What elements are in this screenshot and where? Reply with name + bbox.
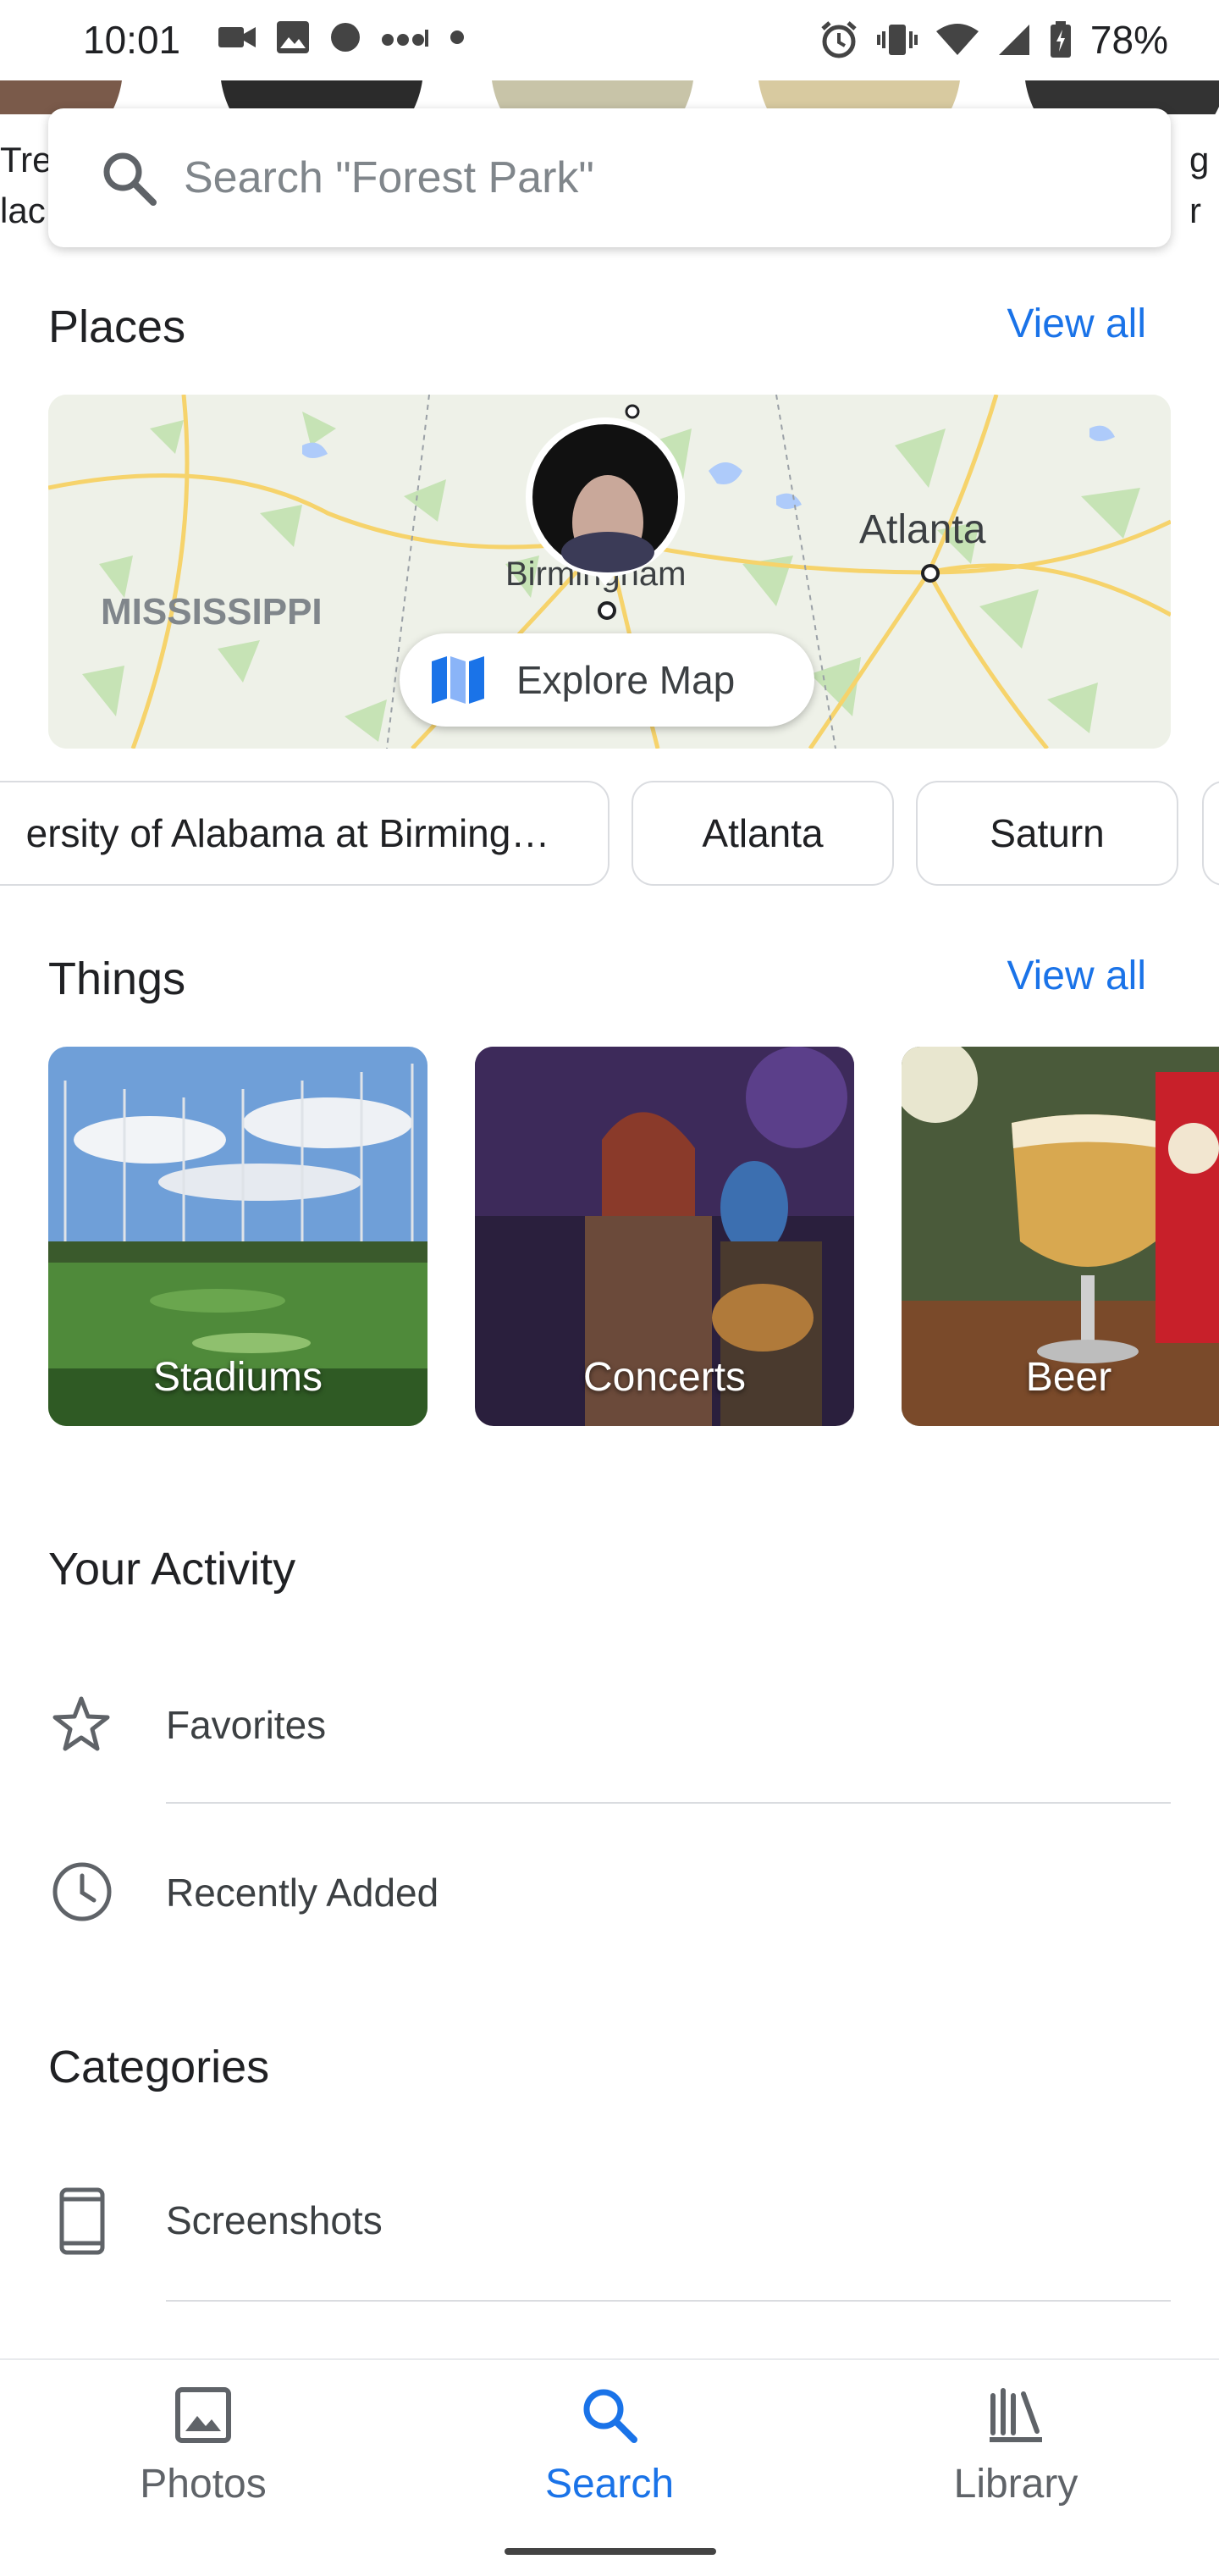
battery-percent: 78% <box>1089 18 1168 62</box>
person-caption: Tre <box>0 140 52 180</box>
places-view-all-link[interactable]: View all <box>1007 301 1146 347</box>
screenshots-label: Screenshots <box>166 2198 383 2242</box>
place-chip[interactable]: Atlanta <box>632 781 894 886</box>
things-view-all-link[interactable]: View all <box>1007 953 1146 999</box>
screenshots-row[interactable]: Screenshots <box>0 2155 1219 2282</box>
small-dot-icon <box>450 30 464 44</box>
bottom-navigation: Photos Search Library <box>0 2358 1219 2576</box>
place-chip[interactable]: ersity of Alabama at Birming… <box>0 781 610 886</box>
nav-library-label: Library <box>953 2462 1078 2507</box>
search-icon <box>101 150 184 206</box>
place-chip-label: Atlanta <box>702 811 824 855</box>
recently-added-label: Recently Added <box>166 1871 439 1915</box>
person-caption: g <box>1189 140 1210 180</box>
notification-icons <box>218 20 466 54</box>
star-icon <box>52 1696 110 1751</box>
home-indicator[interactable] <box>505 2548 716 2555</box>
search-icon <box>583 2389 637 2443</box>
status-bar: 10:01 78% <box>0 0 1219 85</box>
recently-added-row[interactable]: Recently Added <box>0 1825 1219 1952</box>
map-avatar-pin[interactable] <box>525 417 686 586</box>
status-time: 10:01 <box>83 18 181 62</box>
person-caption: r <box>1189 191 1201 230</box>
thing-card-concerts[interactable]: Concerts <box>475 1047 854 1426</box>
map-label-state: MISSISSIPPI <box>101 591 323 633</box>
divider <box>166 1802 1171 1804</box>
clock-icon <box>52 1862 112 1921</box>
phone-icon <box>59 2187 105 2255</box>
thing-label: Stadiums <box>152 1355 323 1400</box>
activity-title: Your Activity <box>48 1544 296 1595</box>
nav-photos[interactable]: Photos <box>76 2385 330 2507</box>
vibrate-icon <box>876 25 918 55</box>
nav-photos-label: Photos <box>140 2462 267 2507</box>
thing-label: Beer <box>1025 1355 1112 1400</box>
system-icons: 78% <box>819 17 1168 63</box>
person-caption: lac <box>0 191 46 230</box>
favorites-row[interactable]: Favorites <box>0 1660 1219 1787</box>
search-input[interactable]: Search "Forest Park" <box>184 152 594 203</box>
thing-card-stadiums[interactable]: Stadiums <box>48 1047 427 1426</box>
wifi-icon <box>935 24 979 55</box>
photo-icon <box>175 2387 231 2443</box>
search-bar[interactable]: Search "Forest Park" <box>48 108 1171 247</box>
place-chips: ersity of Alabama at Birming… Atlanta Sa… <box>0 781 1219 886</box>
image-icon <box>277 21 309 53</box>
map-label-city: Atlanta <box>859 507 986 552</box>
nav-library[interactable]: Library <box>889 2385 1143 2507</box>
library-icon <box>990 2388 1042 2442</box>
map-icon <box>432 656 484 704</box>
divider <box>166 2300 1171 2302</box>
place-chip[interactable] <box>1202 781 1219 886</box>
places-title: Places <box>48 301 186 352</box>
favorites-label: Favorites <box>166 1703 327 1747</box>
explore-map-button[interactable]: Explore Map <box>400 633 814 727</box>
place-chip[interactable]: Saturn <box>916 781 1178 886</box>
place-chip-label: Saturn <box>990 811 1105 855</box>
alarm-icon <box>821 21 857 58</box>
explore-map-label: Explore Map <box>516 658 736 702</box>
dot-icon <box>331 23 360 52</box>
things-title: Things <box>48 954 186 1004</box>
categories-title: Categories <box>48 2042 270 2092</box>
thing-card-beer[interactable]: Beer <box>902 1047 1219 1426</box>
battery-icon <box>1050 21 1071 58</box>
cell-signal-icon <box>998 25 1029 55</box>
signal-dots-icon <box>382 30 428 47</box>
nav-search-label: Search <box>544 2462 675 2507</box>
video-icon <box>218 27 256 47</box>
place-chip-label: ersity of Alabama at Birming… <box>25 811 550 855</box>
thing-label: Concerts <box>582 1355 747 1400</box>
nav-search[interactable]: Search <box>483 2385 736 2507</box>
places-map[interactable]: MISSISSIPPI Birmingham Atlanta Explore M… <box>48 395 1171 749</box>
